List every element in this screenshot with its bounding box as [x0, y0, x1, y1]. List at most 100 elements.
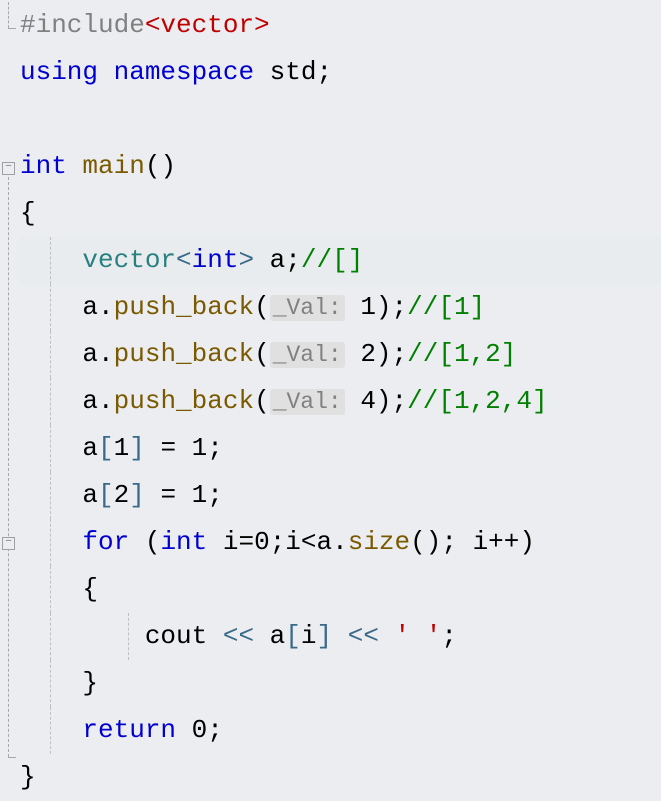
- code-line: a[1] = 1;: [20, 425, 661, 472]
- token-punct: .: [98, 292, 114, 322]
- token-punct: ;: [207, 433, 223, 463]
- token-punct: (: [254, 339, 270, 369]
- code-area[interactable]: #include<vector> using namespace std; in…: [0, 2, 661, 801]
- code-line: }: [20, 754, 661, 801]
- token-punct: ): [519, 527, 535, 557]
- code-editor: − − #include<vector> using namespace std…: [0, 2, 661, 801]
- fold-icon[interactable]: −: [2, 537, 15, 550]
- token-ident: std: [270, 57, 317, 87]
- token-brace: }: [82, 668, 98, 698]
- token-keyword: return: [82, 715, 176, 745]
- token-punct: >: [238, 245, 254, 275]
- token-ident: i<a.: [285, 527, 347, 557]
- token-char: ' ': [395, 621, 442, 651]
- code-line: a.push_back(_Val: 4);//[1,2,4]: [20, 378, 661, 425]
- token-num: 0: [176, 715, 207, 745]
- token-type: int: [160, 527, 207, 557]
- token-num: 1: [192, 433, 208, 463]
- token-ident: a: [82, 433, 98, 463]
- token-func: size: [348, 527, 410, 557]
- token-punct: ): [376, 339, 392, 369]
- token-punct: ]: [129, 433, 145, 463]
- token-punct: ;: [207, 715, 223, 745]
- code-line: [20, 96, 661, 143]
- token-op: <<: [207, 621, 269, 651]
- code-line: vector<int> a;//[]: [20, 237, 661, 284]
- token-punct: ]: [317, 621, 333, 651]
- code-line: {: [20, 190, 661, 237]
- token-num: 1: [114, 433, 130, 463]
- token-func: push_back: [114, 339, 254, 369]
- token-keyword: for: [82, 527, 129, 557]
- token-ident: a: [82, 480, 98, 510]
- code-line: {: [20, 566, 661, 613]
- token-punct: (): [145, 151, 176, 181]
- token-func: main: [82, 151, 144, 181]
- code-line: #include<vector>: [20, 2, 661, 49]
- code-line: a.push_back(_Val: 1);//[1]: [20, 284, 661, 331]
- token-punct: <: [176, 245, 192, 275]
- token-ident: i++: [457, 527, 519, 557]
- token-brace: {: [20, 198, 36, 228]
- code-line: using namespace std;: [20, 49, 661, 96]
- token-func: push_back: [114, 386, 254, 416]
- token-punct: ;: [316, 57, 332, 87]
- token-ident: a: [270, 621, 286, 651]
- token-ident: a: [82, 339, 98, 369]
- token-preproc: #include: [20, 10, 145, 40]
- token-num: 0: [254, 527, 270, 557]
- token-ident: cout: [145, 621, 207, 651]
- code-line: for (int i=0;i<a.size(); i++): [20, 519, 661, 566]
- token-op: =: [145, 480, 192, 510]
- token-punct: [: [98, 480, 114, 510]
- token-class: vector: [82, 245, 176, 275]
- token-punct: ): [376, 386, 392, 416]
- token-op: =: [145, 433, 192, 463]
- token-punct: .: [98, 339, 114, 369]
- token-func: push_back: [114, 292, 254, 322]
- token-keyword: using: [20, 57, 98, 87]
- code-line: cout << a[i] << ' ';: [20, 613, 661, 660]
- token-comment: //[1,2]: [407, 339, 516, 369]
- token-punct: ): [376, 292, 392, 322]
- token-punct: ;: [441, 621, 457, 651]
- token-op: <<: [332, 621, 394, 651]
- token-punct: (): [410, 527, 441, 557]
- token-punct: (: [129, 527, 160, 557]
- token-comment: //[1,2,4]: [407, 386, 547, 416]
- gutter: − −: [0, 2, 18, 801]
- param-hint: _Val:: [270, 295, 345, 321]
- param-hint: _Val:: [270, 389, 345, 415]
- token-punct: ;: [392, 292, 408, 322]
- token-comment: //[]: [301, 245, 363, 275]
- token-num: 1: [360, 292, 376, 322]
- token-ident: a: [82, 292, 98, 322]
- token-punct: [: [98, 433, 114, 463]
- token-type: int: [20, 151, 67, 181]
- token-comment: //[1]: [407, 292, 485, 322]
- token-punct: (: [254, 386, 270, 416]
- token-num: 1: [192, 480, 208, 510]
- token-punct: ;: [207, 480, 223, 510]
- token-keyword: namespace: [114, 57, 254, 87]
- token-ident: i: [301, 621, 317, 651]
- token-punct: ;: [392, 386, 408, 416]
- param-hint: _Val:: [270, 342, 345, 368]
- token-num: 2: [360, 339, 376, 369]
- code-line: return 0;: [20, 707, 661, 754]
- token-brace: {: [82, 574, 98, 604]
- token-type: int: [192, 245, 239, 275]
- code-line: int main(): [20, 143, 661, 190]
- token-num: 4: [360, 386, 376, 416]
- token-punct: ;: [441, 527, 457, 557]
- fold-icon[interactable]: −: [2, 162, 15, 175]
- token-ident: a: [82, 386, 98, 416]
- code-line: a[2] = 1;: [20, 472, 661, 519]
- token-brace: }: [20, 762, 36, 792]
- token-punct: ;: [270, 527, 286, 557]
- code-line: a.push_back(_Val: 2);//[1,2]: [20, 331, 661, 378]
- token-punct: [: [285, 621, 301, 651]
- token-punct: ]: [129, 480, 145, 510]
- token-punct: ;: [392, 339, 408, 369]
- token-num: 2: [114, 480, 130, 510]
